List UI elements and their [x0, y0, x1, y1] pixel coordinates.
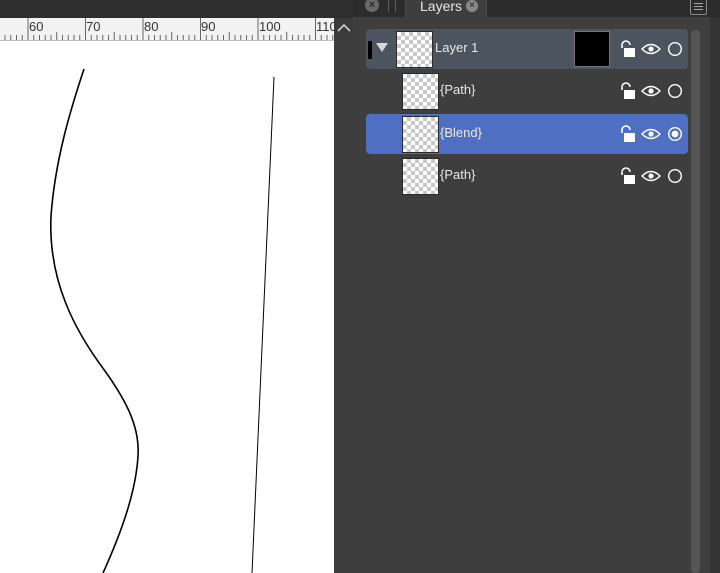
lock-icon[interactable]	[619, 125, 637, 143]
panel-menu-button[interactable]	[690, 0, 707, 15]
eye-icon[interactable]	[641, 127, 661, 141]
close-icon[interactable]: ×	[466, 0, 478, 12]
ruler-label: 60	[29, 19, 44, 34]
menu-icon	[694, 3, 703, 4]
radio-selected-icon[interactable]	[667, 126, 683, 142]
eye-icon[interactable]	[641, 84, 661, 98]
lock-icon[interactable]	[619, 167, 637, 185]
menu-icon-line	[694, 6, 703, 7]
tab-layers-label: Layers	[420, 0, 463, 14]
layer-row-blend[interactable]: {Blend}	[366, 114, 688, 154]
vertical-scrollbar[interactable]	[334, 40, 353, 573]
layer-row-path[interactable]: {Path}	[366, 156, 688, 196]
menu-icon-line	[694, 9, 703, 10]
toolbar-strip	[0, 0, 353, 18]
panel-tab-bar: × Layers ×	[353, 0, 720, 17]
radio-icon[interactable]	[667, 168, 683, 184]
radio-icon[interactable]	[667, 83, 683, 99]
tab-layers[interactable]: Layers ×	[405, 0, 487, 17]
panel-grip[interactable]	[388, 0, 396, 12]
eye-icon[interactable]	[641, 169, 661, 183]
ruler-label: 90	[201, 19, 216, 34]
layer-thumbnail	[402, 73, 439, 110]
layer-mask-thumbnail[interactable]	[574, 31, 610, 67]
close-icon[interactable]: ×	[365, 0, 379, 12]
canvas-artwork	[50, 68, 275, 573]
layer-name: {Blend}	[440, 125, 482, 140]
horizontal-ruler[interactable]: 60 70 80 90 100 110	[0, 18, 334, 41]
chevron-up-icon	[337, 23, 351, 32]
ruler-label: 70	[86, 19, 101, 34]
blend-path-right	[251, 76, 275, 573]
layer-thumbnail	[402, 158, 439, 195]
panel-edge	[710, 17, 720, 573]
ruler-label: 80	[144, 19, 159, 34]
layer-thumbnail	[402, 116, 439, 153]
document-canvas[interactable]	[0, 41, 334, 573]
layers-panel: × Layers × Layer 1 {Path} {Blend} {Path}	[353, 0, 720, 573]
blend-curve-left	[50, 68, 139, 573]
lock-icon[interactable]	[619, 40, 637, 58]
triangle-down-icon[interactable]	[376, 43, 388, 52]
layer-name: {Path}	[440, 82, 476, 97]
layer-thumbnail	[396, 31, 433, 68]
lock-icon[interactable]	[619, 82, 637, 100]
layer-row-path[interactable]: {Path}	[366, 71, 688, 111]
layer-color-tag	[368, 41, 372, 59]
layer-name: Layer 1	[435, 40, 479, 55]
ruler-label: 100	[259, 19, 281, 34]
layer-row-layer-1[interactable]: Layer 1	[366, 29, 688, 69]
panel-scrollbar[interactable]	[691, 30, 700, 573]
radio-icon[interactable]	[667, 41, 683, 57]
eye-icon[interactable]	[641, 42, 661, 56]
ruler-ticks	[4, 18, 334, 40]
layer-name: {Path}	[440, 167, 476, 182]
scroll-up-button[interactable]	[334, 18, 353, 40]
ruler-label: 110	[316, 19, 334, 34]
